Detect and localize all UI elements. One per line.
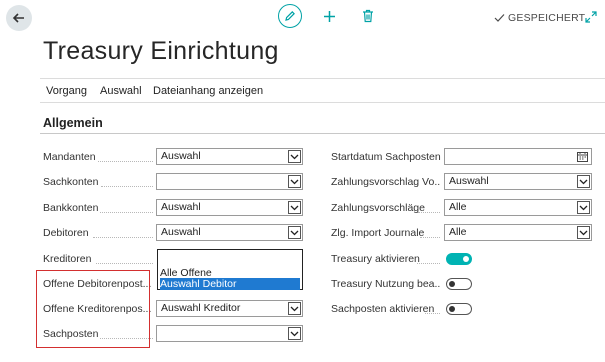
startdatum-sachposten-field[interactable] (444, 148, 592, 165)
chevron-down-icon (577, 201, 590, 214)
pencil-icon (285, 11, 295, 21)
zlg-import-journale-value: Alle (449, 226, 467, 238)
dots (425, 312, 440, 314)
calendar-icon[interactable] (577, 151, 588, 167)
expand-icon (585, 11, 597, 23)
chevron-down-icon (288, 226, 301, 239)
toggle-knob (463, 255, 469, 262)
dots (101, 185, 153, 187)
section-title: Allgemein (43, 116, 103, 130)
dots (100, 211, 153, 213)
action-bar: Vorgang Auswahl Dateianhang anzeigen (40, 78, 605, 103)
mandanten-value: Auswahl (161, 150, 201, 162)
dropdown-option-auswahl-debitor[interactable]: Auswahl Debitor (160, 278, 300, 290)
bankkonten-value: Auswahl (161, 201, 201, 213)
saved-label: GESPEICHERT (508, 12, 586, 24)
checkmark-icon (494, 14, 505, 22)
label-zahlungsvorschlag-vo: Zahlungsvorschlag Vo... (331, 176, 441, 188)
chevron-down-icon (288, 302, 301, 315)
chevron-down-icon (288, 327, 301, 340)
page-title: Treasury Einrichtung (43, 37, 279, 65)
offene-debitorenposten-dropdown[interactable]: Alle Offene Auswahl Debitor (157, 249, 303, 290)
label-startdatum-sachposten: Startdatum Sachposten (331, 151, 441, 163)
zahlungsvorschlag-vo-select[interactable]: Auswahl (444, 173, 592, 190)
menu-vorgang[interactable]: Vorgang (46, 85, 87, 97)
new-button[interactable] (322, 9, 336, 23)
chevron-down-icon (288, 150, 301, 163)
toggle-knob (449, 280, 455, 287)
sachkonten-select[interactable] (156, 173, 303, 190)
chevron-down-icon (288, 175, 301, 188)
section-divider (40, 133, 605, 134)
expand-button[interactable] (585, 11, 597, 23)
delete-button[interactable] (361, 8, 375, 23)
sachposten-aktivieren-toggle[interactable] (446, 303, 472, 315)
highlight-box (36, 270, 150, 348)
debitoren-value: Auswahl (161, 226, 201, 238)
menu-auswahl[interactable]: Auswahl (100, 85, 142, 97)
dots (418, 211, 440, 213)
zahlungsvorschlaege-select[interactable]: Alle (444, 199, 592, 216)
dots (96, 262, 153, 264)
saved-status: GESPEICHERT (494, 12, 585, 24)
chevron-down-icon (577, 226, 590, 239)
back-button[interactable] (6, 5, 32, 31)
dots (98, 160, 153, 162)
debitoren-select[interactable]: Auswahl (156, 224, 303, 241)
sachposten-select[interactable] (156, 325, 303, 342)
offene-kreditorenposten-select[interactable]: Auswahl Kreditor (156, 300, 303, 317)
zahlungsvorschlag-vo-value: Auswahl (449, 175, 489, 187)
offene-kreditorenposten-value: Auswahl Kreditor (161, 302, 241, 314)
dots (93, 236, 153, 238)
label-treasury-nutzung: Treasury Nutzung bea... (331, 278, 441, 290)
zlg-import-journale-select[interactable]: Alle (444, 224, 592, 241)
arrow-left-icon (12, 13, 24, 23)
menu-dateianhang[interactable]: Dateianhang anzeigen (153, 85, 263, 97)
edit-button[interactable] (278, 4, 302, 28)
bankkonten-select[interactable]: Auswahl (156, 199, 303, 216)
chevron-down-icon (288, 201, 301, 214)
dots (417, 262, 440, 264)
dots (420, 236, 440, 238)
plus-icon (323, 10, 335, 22)
trash-icon (363, 9, 373, 22)
zahlungsvorschlaege-value: Alle (449, 201, 467, 213)
chevron-down-icon (577, 175, 590, 188)
treasury-aktivieren-toggle[interactable] (446, 253, 472, 265)
mandanten-select[interactable]: Auswahl (156, 148, 303, 165)
treasury-nutzung-toggle[interactable] (446, 278, 472, 290)
toggle-knob (449, 305, 455, 312)
